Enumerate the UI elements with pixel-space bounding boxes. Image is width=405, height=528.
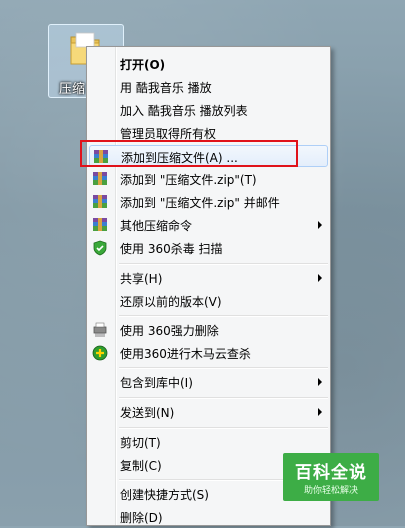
menu-item-360-scan[interactable]: 使用 360杀毒 扫描: [89, 237, 328, 259]
menu-item-add-to-zip-email[interactable]: 添加到 "压缩文件.zip" 并邮件: [89, 191, 328, 213]
shield-icon: [92, 240, 108, 256]
menu-separator: [119, 315, 328, 317]
menu-item-360-force-delete[interactable]: 使用 360强力删除: [89, 319, 328, 341]
menu-item-share[interactable]: 共享(H): [89, 267, 328, 289]
shredder-icon: [92, 322, 108, 338]
winrar-icon: [92, 194, 108, 210]
menu-item-360-trojan-scan[interactable]: 使用360进行木马云查杀: [89, 342, 328, 364]
winrar-icon: [92, 217, 108, 233]
submenu-arrow-icon: [318, 274, 322, 282]
submenu-arrow-icon: [318, 221, 322, 229]
menu-separator: [119, 367, 328, 369]
menu-item-delete[interactable]: 删除(D): [89, 506, 328, 528]
menu-separator: [119, 263, 328, 265]
menu-item-label: 用 酷我音乐 播放: [120, 81, 212, 95]
menu-item-restore-versions[interactable]: 还原以前的版本(V): [89, 290, 328, 312]
menu-item-other-compress[interactable]: 其他压缩命令: [89, 214, 328, 236]
menu-item-label: 加入 酷我音乐 播放列表: [120, 104, 248, 118]
menu-item-open[interactable]: 打开(O): [89, 53, 328, 75]
menu-item-send-to[interactable]: 发送到(N): [89, 401, 328, 423]
menu-item-kuwo-play[interactable]: 用 酷我音乐 播放: [89, 76, 328, 98]
menu-item-label: 剪切(T): [120, 436, 161, 450]
menu-item-label: 打开(O): [120, 58, 166, 72]
menu-item-label: 添加到 "压缩文件.zip" 并邮件: [120, 196, 280, 210]
submenu-arrow-icon: [318, 408, 322, 416]
menu-item-cut[interactable]: 剪切(T): [89, 431, 328, 453]
menu-item-label: 使用 360杀毒 扫描: [120, 242, 223, 256]
winrar-icon: [92, 171, 108, 187]
menu-item-label: 删除(D): [120, 511, 163, 525]
cloud-scan-icon: [92, 345, 108, 361]
watermark-logo: 百科全说 助你轻松解决: [283, 453, 379, 501]
menu-item-label: 使用 360强力删除: [120, 324, 219, 338]
desktop-icon-label: 压缩: [59, 82, 86, 97]
menu-item-kuwo-playlist[interactable]: 加入 酷我音乐 播放列表: [89, 99, 328, 121]
menu-item-add-to-zip[interactable]: 添加到 "压缩文件.zip"(T): [89, 168, 328, 190]
menu-item-label: 使用360进行木马云查杀: [120, 347, 251, 361]
menu-item-label: 创建快捷方式(S): [120, 488, 209, 502]
menu-item-label: 其他压缩命令: [120, 219, 193, 233]
submenu-arrow-icon: [318, 378, 322, 386]
watermark-subtitle: 助你轻松解决: [303, 486, 358, 496]
menu-item-include-in-library[interactable]: 包含到库中(I): [89, 371, 328, 393]
watermark-title: 百科全说: [295, 463, 367, 483]
menu-separator: [119, 397, 328, 399]
menu-item-label: 添加到 "压缩文件.zip"(T): [120, 173, 257, 187]
menu-separator: [119, 427, 328, 429]
annotation-highlight-box: [80, 140, 298, 167]
menu-item-label: 包含到库中(I): [120, 376, 193, 390]
menu-item-label: 复制(C): [120, 459, 162, 473]
menu-item-label: 还原以前的版本(V): [120, 295, 222, 309]
menu-item-label: 共享(H): [120, 272, 163, 286]
menu-item-label: 发送到(N): [120, 406, 175, 420]
